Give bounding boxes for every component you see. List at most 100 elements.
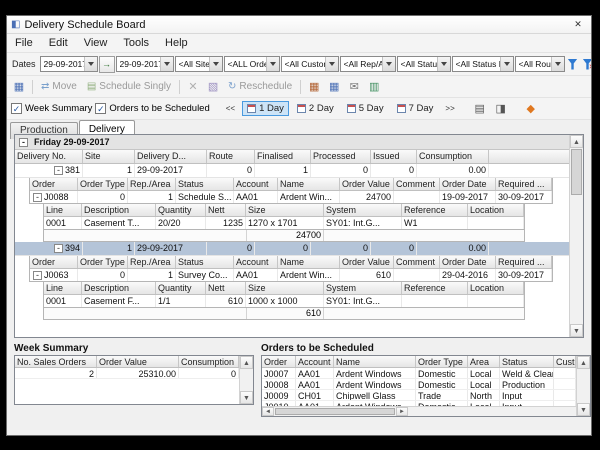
column-header[interactable]: Consumption [417, 150, 489, 163]
chevron-down-icon[interactable] [325, 57, 338, 71]
delivery-row[interactable]: -381 1 29-09-2017 0 1 0 0 0.00 [15, 164, 569, 178]
column-header[interactable]: Size [246, 204, 324, 216]
chevron-down-icon[interactable] [500, 57, 513, 71]
column-header[interactable]: Comment [394, 178, 440, 190]
column-header[interactable]: Required ... [496, 178, 552, 190]
alerts-icon[interactable]: ◆ [522, 102, 540, 115]
order-cell[interactable]: -J0063 [30, 269, 78, 281]
menu-help[interactable]: Help [157, 36, 196, 50]
column-header[interactable]: Route [207, 150, 255, 163]
collapse-row-icon[interactable]: - [33, 193, 42, 202]
delivery-cell[interactable]: 1 [83, 242, 135, 255]
order-cell[interactable]: Trade [416, 390, 468, 400]
delivery-cell[interactable]: 0 [371, 164, 417, 177]
order-cell[interactable]: Ardent Windows [334, 379, 416, 389]
order-cell[interactable]: J0009 [262, 390, 296, 400]
chevron-down-icon[interactable] [84, 57, 97, 71]
delivery-cell[interactable]: -381 [15, 164, 83, 177]
column-header[interactable]: Location [468, 204, 524, 216]
order-cell[interactable]: 0 [78, 269, 128, 281]
sites-filter[interactable]: <All Sites> [175, 56, 223, 72]
line-cell[interactable]: 1235 [206, 217, 246, 229]
order-cell[interactable] [394, 269, 440, 281]
delivery-cell[interactable]: 29-09-2017 [135, 242, 207, 255]
column-header[interactable]: Nett [206, 282, 246, 294]
order-cell[interactable]: 610 [340, 269, 394, 281]
collapse-group-icon[interactable]: - [19, 138, 28, 147]
column-header[interactable]: Cust. Ref [554, 356, 576, 367]
orders-vertical-scrollbar[interactable]: ▲ ▼ [576, 356, 590, 416]
line-row[interactable]: 0001 Casement T... 20/20 1235 1270 x 170… [44, 217, 524, 229]
group-header-row[interactable]: - Friday 29-09-2017 [15, 135, 569, 150]
column-header[interactable]: Order [30, 256, 78, 268]
clear-filter-icon[interactable]: ✕ [581, 57, 591, 71]
column-header[interactable]: Size [246, 282, 324, 294]
calendar-day-icon[interactable]: ▦ [305, 80, 323, 93]
delivery-cell[interactable]: 0 [311, 164, 371, 177]
column-header[interactable]: Finalised [255, 150, 311, 163]
chevron-down-icon[interactable] [160, 57, 173, 71]
delivery-cell[interactable]: 0 [255, 242, 311, 255]
print-icon[interactable]: ▤ [471, 102, 489, 115]
order-cell[interactable]: CH01 [296, 390, 334, 400]
rep-area-filter[interactable]: <All Rep/Area> [340, 56, 396, 72]
scroll-up-icon[interactable]: ▲ [240, 356, 253, 369]
date-from-combo[interactable]: 29-09-2017 [40, 56, 98, 72]
column-header[interactable]: Status [176, 256, 234, 268]
order-cell[interactable]: -J0088 [30, 191, 78, 203]
order-cell[interactable]: 0 [78, 191, 128, 203]
column-header[interactable]: Processed [311, 150, 371, 163]
order-cell[interactable]: 19-09-2017 [440, 191, 496, 203]
order-cell[interactable]: 30-09-2017 [496, 191, 552, 203]
scroll-right-icon[interactable]: ► [396, 407, 408, 416]
print-preview-icon[interactable]: ◨ [492, 102, 510, 115]
mail-icon[interactable]: ✉ [345, 80, 363, 93]
column-header[interactable]: Order [262, 356, 296, 367]
column-header[interactable]: Order Type [416, 356, 468, 367]
line-cell[interactable]: 1270 x 1701 [246, 217, 324, 229]
line-cell[interactable]: 1/1 [156, 295, 206, 307]
menu-edit[interactable]: Edit [41, 36, 76, 50]
delivery-cell[interactable]: 29-09-2017 [135, 164, 207, 177]
next-period-button[interactable]: >> [441, 102, 458, 115]
line-cell[interactable]: 610 [206, 295, 246, 307]
line-cell[interactable]: 20/20 [156, 217, 206, 229]
order-cell[interactable]: 1 [128, 269, 176, 281]
delivery-cell[interactable]: 0 [207, 164, 255, 177]
status-range-filter[interactable]: <All Status Range [452, 56, 514, 72]
order-cell[interactable]: North [468, 390, 500, 400]
orders-to-be-scheduled-checkbox[interactable]: ✓ [95, 103, 106, 114]
table-row[interactable]: 2 25310.00 0 [15, 368, 253, 379]
line-cell[interactable]: SY01: Int.G... [324, 295, 402, 307]
order-cell[interactable]: Input [500, 390, 554, 400]
order-cell[interactable]: Production [500, 379, 554, 389]
column-header[interactable]: Site [83, 150, 135, 163]
column-header[interactable]: Account [234, 178, 278, 190]
menu-file[interactable]: File [7, 36, 41, 50]
date-range-arrow-icon[interactable]: → [99, 56, 115, 73]
week-summary-cell[interactable]: 2 [15, 368, 97, 378]
move-button[interactable]: ⇄ Move [37, 80, 81, 93]
column-header[interactable]: Area [468, 356, 500, 367]
line-cell[interactable]: SY01: Int.G... [324, 217, 402, 229]
order-type-filter[interactable]: <ALL Order Typ [224, 56, 280, 72]
column-header[interactable]: Reference [402, 282, 468, 294]
column-header[interactable]: Nett [206, 204, 246, 216]
column-header[interactable]: Order [30, 178, 78, 190]
column-header[interactable]: Rep./Area [128, 178, 176, 190]
view-2-day-button[interactable]: 2 Day [292, 101, 339, 116]
reschedule-button[interactable]: ↻ Reschedule [224, 80, 296, 93]
menu-view[interactable]: View [76, 36, 116, 50]
line-cell[interactable] [468, 217, 524, 229]
column-header[interactable]: Order Type [78, 178, 128, 190]
line-cell[interactable]: Casement F... [82, 295, 156, 307]
line-row[interactable]: 0001 Casement F... 1/1 610 1000 x 1000 S… [44, 295, 524, 307]
column-header[interactable]: Rep./Area [128, 256, 176, 268]
order-row[interactable]: -J0088 0 1 Schedule S... AA01 Ardent Win… [30, 191, 552, 203]
line-cell[interactable]: 0001 [44, 217, 82, 229]
scroll-down-icon[interactable]: ▼ [570, 324, 583, 337]
collapse-row-icon[interactable]: - [54, 244, 63, 253]
view-5-day-button[interactable]: 5 Day [342, 101, 389, 116]
order-cell[interactable]: Ardent Windows [334, 368, 416, 378]
collapse-row-icon[interactable]: - [33, 271, 42, 280]
